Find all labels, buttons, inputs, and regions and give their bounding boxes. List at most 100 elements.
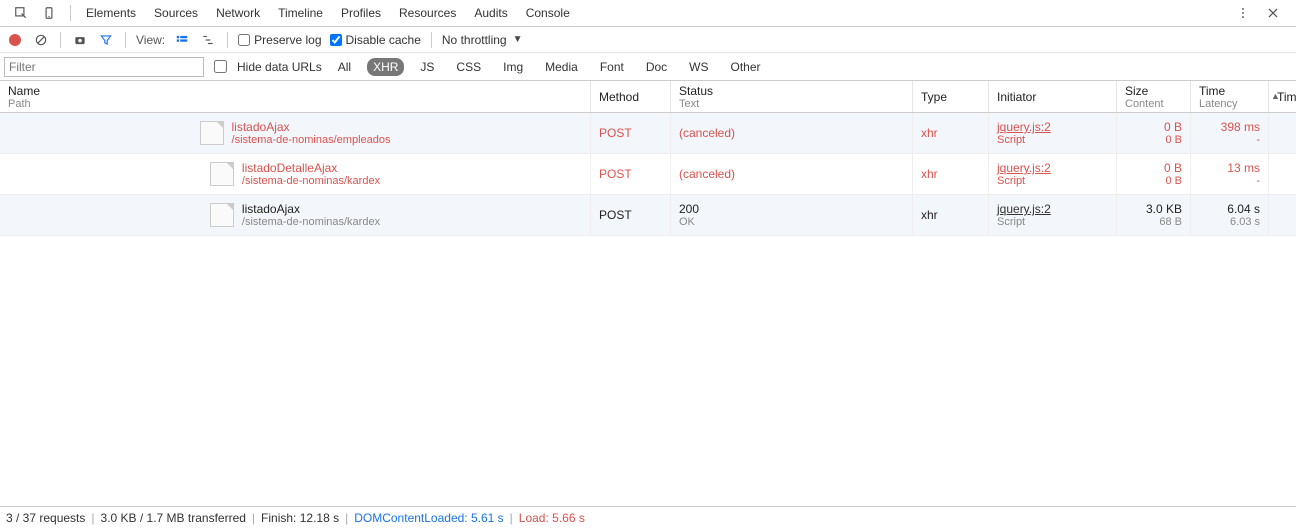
type-filter-media[interactable]: Media [539, 58, 584, 76]
network-table-body: listadoAjax/sistema-de-nominas/empleados… [0, 113, 1296, 506]
type-filter-font[interactable]: Font [594, 58, 630, 76]
separator [60, 32, 61, 48]
top-right-actions [1234, 4, 1290, 22]
cell-type: xhr [912, 154, 988, 194]
separator [227, 32, 228, 48]
type-filter-other[interactable]: Other [725, 58, 767, 76]
request-row[interactable]: listadoDetalleAjax/sistema-de-nominas/ka… [0, 154, 1296, 195]
request-row[interactable]: listadoAjax/sistema-de-nominas/empleados… [0, 113, 1296, 154]
cell-initiator: jquery.js:2Script [988, 195, 1116, 235]
request-path: /sistema-de-nominas/kardex [242, 216, 380, 228]
large-rows-icon[interactable] [173, 31, 191, 49]
tab-profiles[interactable]: Profiles [332, 6, 390, 20]
cell-time: 398 ms- [1190, 113, 1268, 153]
throttling-select[interactable]: No throttling ▼ [442, 33, 523, 47]
filter-toggle-icon[interactable] [97, 31, 115, 49]
header-method[interactable]: Method [590, 81, 670, 112]
network-toolbar: View: Preserve log Disable cache No thro… [0, 27, 1296, 53]
tab-network[interactable]: Network [207, 6, 269, 20]
tab-console[interactable]: Console [517, 6, 579, 20]
device-toggle-icon[interactable] [40, 4, 58, 22]
status-transferred: 3.0 KB / 1.7 MB transferred [101, 511, 246, 525]
type-filter-doc[interactable]: Doc [640, 58, 673, 76]
status-finish: Finish: 12.18 s [261, 511, 339, 525]
disable-cache-checkbox[interactable]: Disable cache [330, 33, 421, 47]
view-label: View: [136, 33, 165, 47]
request-name: listadoAjax [232, 120, 391, 134]
hide-data-urls-checkbox[interactable]: Hide data URLs [214, 60, 322, 74]
file-icon [210, 162, 234, 186]
sort-asc-icon: ▲ [1271, 91, 1280, 101]
separator [70, 5, 71, 21]
element-picker-icon[interactable] [12, 4, 30, 22]
hide-data-urls-label: Hide data URLs [237, 60, 322, 74]
type-filter-css[interactable]: CSS [450, 58, 487, 76]
cell-method: POST [590, 154, 670, 194]
request-path: /sistema-de-nominas/empleados [232, 134, 391, 146]
cell-size: 0 B0 B [1116, 113, 1190, 153]
header-initiator[interactable]: Initiator [988, 81, 1116, 112]
type-filter-js[interactable]: JS [414, 58, 440, 76]
request-name: listadoDetalleAjax [242, 161, 380, 175]
disable-cache-input[interactable] [330, 34, 342, 46]
request-path: /sistema-de-nominas/kardex [242, 175, 380, 187]
cell-method: POST [590, 113, 670, 153]
type-filter-xhr[interactable]: XHR [367, 58, 404, 76]
more-options-icon[interactable] [1234, 4, 1252, 22]
initiator-link[interactable]: jquery.js:2 [997, 120, 1108, 134]
record-button[interactable] [6, 31, 24, 49]
cell-type: xhr [912, 113, 988, 153]
cell-name: listadoAjax/sistema-de-nominas/empleados [0, 113, 590, 153]
preserve-log-checkbox[interactable]: Preserve log [238, 33, 321, 47]
cell-initiator: jquery.js:2Script [988, 154, 1116, 194]
filter-input[interactable] [4, 57, 204, 77]
header-time[interactable]: Time Latency [1190, 81, 1268, 112]
close-icon[interactable] [1264, 4, 1282, 22]
panel-tabs: ElementsSourcesNetworkTimelineProfilesRe… [77, 0, 579, 27]
type-filter-all[interactable]: All [332, 58, 357, 76]
tab-resources[interactable]: Resources [390, 6, 465, 20]
header-size[interactable]: Size Content [1116, 81, 1190, 112]
header-type[interactable]: Type [912, 81, 988, 112]
cell-name: listadoDetalleAjax/sistema-de-nominas/ka… [0, 154, 590, 194]
separator [125, 32, 126, 48]
cell-initiator: jquery.js:2Script [988, 113, 1116, 153]
resource-type-filters: All XHR JS CSS Img Media Font Doc WS Other [332, 58, 767, 76]
header-timeline[interactable]: ▲ Tim [1268, 81, 1296, 112]
cell-timeline [1268, 113, 1296, 153]
preserve-log-input[interactable] [238, 34, 250, 46]
tab-elements[interactable]: Elements [77, 6, 145, 20]
status-load: Load: 5.66 s [519, 511, 585, 525]
tab-timeline[interactable]: Timeline [269, 6, 332, 20]
waterfall-view-icon[interactable] [199, 31, 217, 49]
tab-audits[interactable]: Audits [465, 6, 516, 20]
filter-bar: Hide data URLs All XHR JS CSS Img Media Font Do… [0, 53, 1296, 81]
header-name[interactable]: Name Path [0, 81, 590, 112]
type-filter-ws[interactable]: WS [683, 58, 714, 76]
disable-cache-label: Disable cache [346, 33, 421, 47]
tab-sources[interactable]: Sources [145, 6, 207, 20]
request-name: listadoAjax [242, 202, 380, 216]
separator [431, 32, 432, 48]
cell-status: (canceled) [670, 113, 912, 153]
cell-status: 200OK [670, 195, 912, 235]
cell-timeline [1268, 195, 1296, 235]
initiator-link[interactable]: jquery.js:2 [997, 202, 1108, 216]
cell-size: 3.0 KB68 B [1116, 195, 1190, 235]
type-filter-img[interactable]: Img [497, 58, 529, 76]
chevron-down-icon: ▼ [513, 34, 523, 45]
cell-time: 6.04 s6.03 s [1190, 195, 1268, 235]
capture-screenshots-icon[interactable] [71, 31, 89, 49]
status-bar: 3 / 37 requests | 3.0 KB / 1.7 MB transf… [0, 506, 1296, 528]
network-table-header: Name Path Method Status Text Type Initia… [0, 81, 1296, 113]
cell-timeline [1268, 154, 1296, 194]
request-row[interactable]: listadoAjax/sistema-de-nominas/kardexPOS… [0, 195, 1296, 236]
inspect-icons [6, 4, 64, 22]
header-status[interactable]: Status Text [670, 81, 912, 112]
status-domcontentloaded: DOMContentLoaded: 5.61 s [354, 511, 503, 525]
initiator-link[interactable]: jquery.js:2 [997, 161, 1108, 175]
clear-icon[interactable] [32, 31, 50, 49]
throttling-value: No throttling [442, 33, 507, 47]
file-icon [210, 203, 234, 227]
hide-data-urls-input[interactable] [214, 60, 227, 73]
